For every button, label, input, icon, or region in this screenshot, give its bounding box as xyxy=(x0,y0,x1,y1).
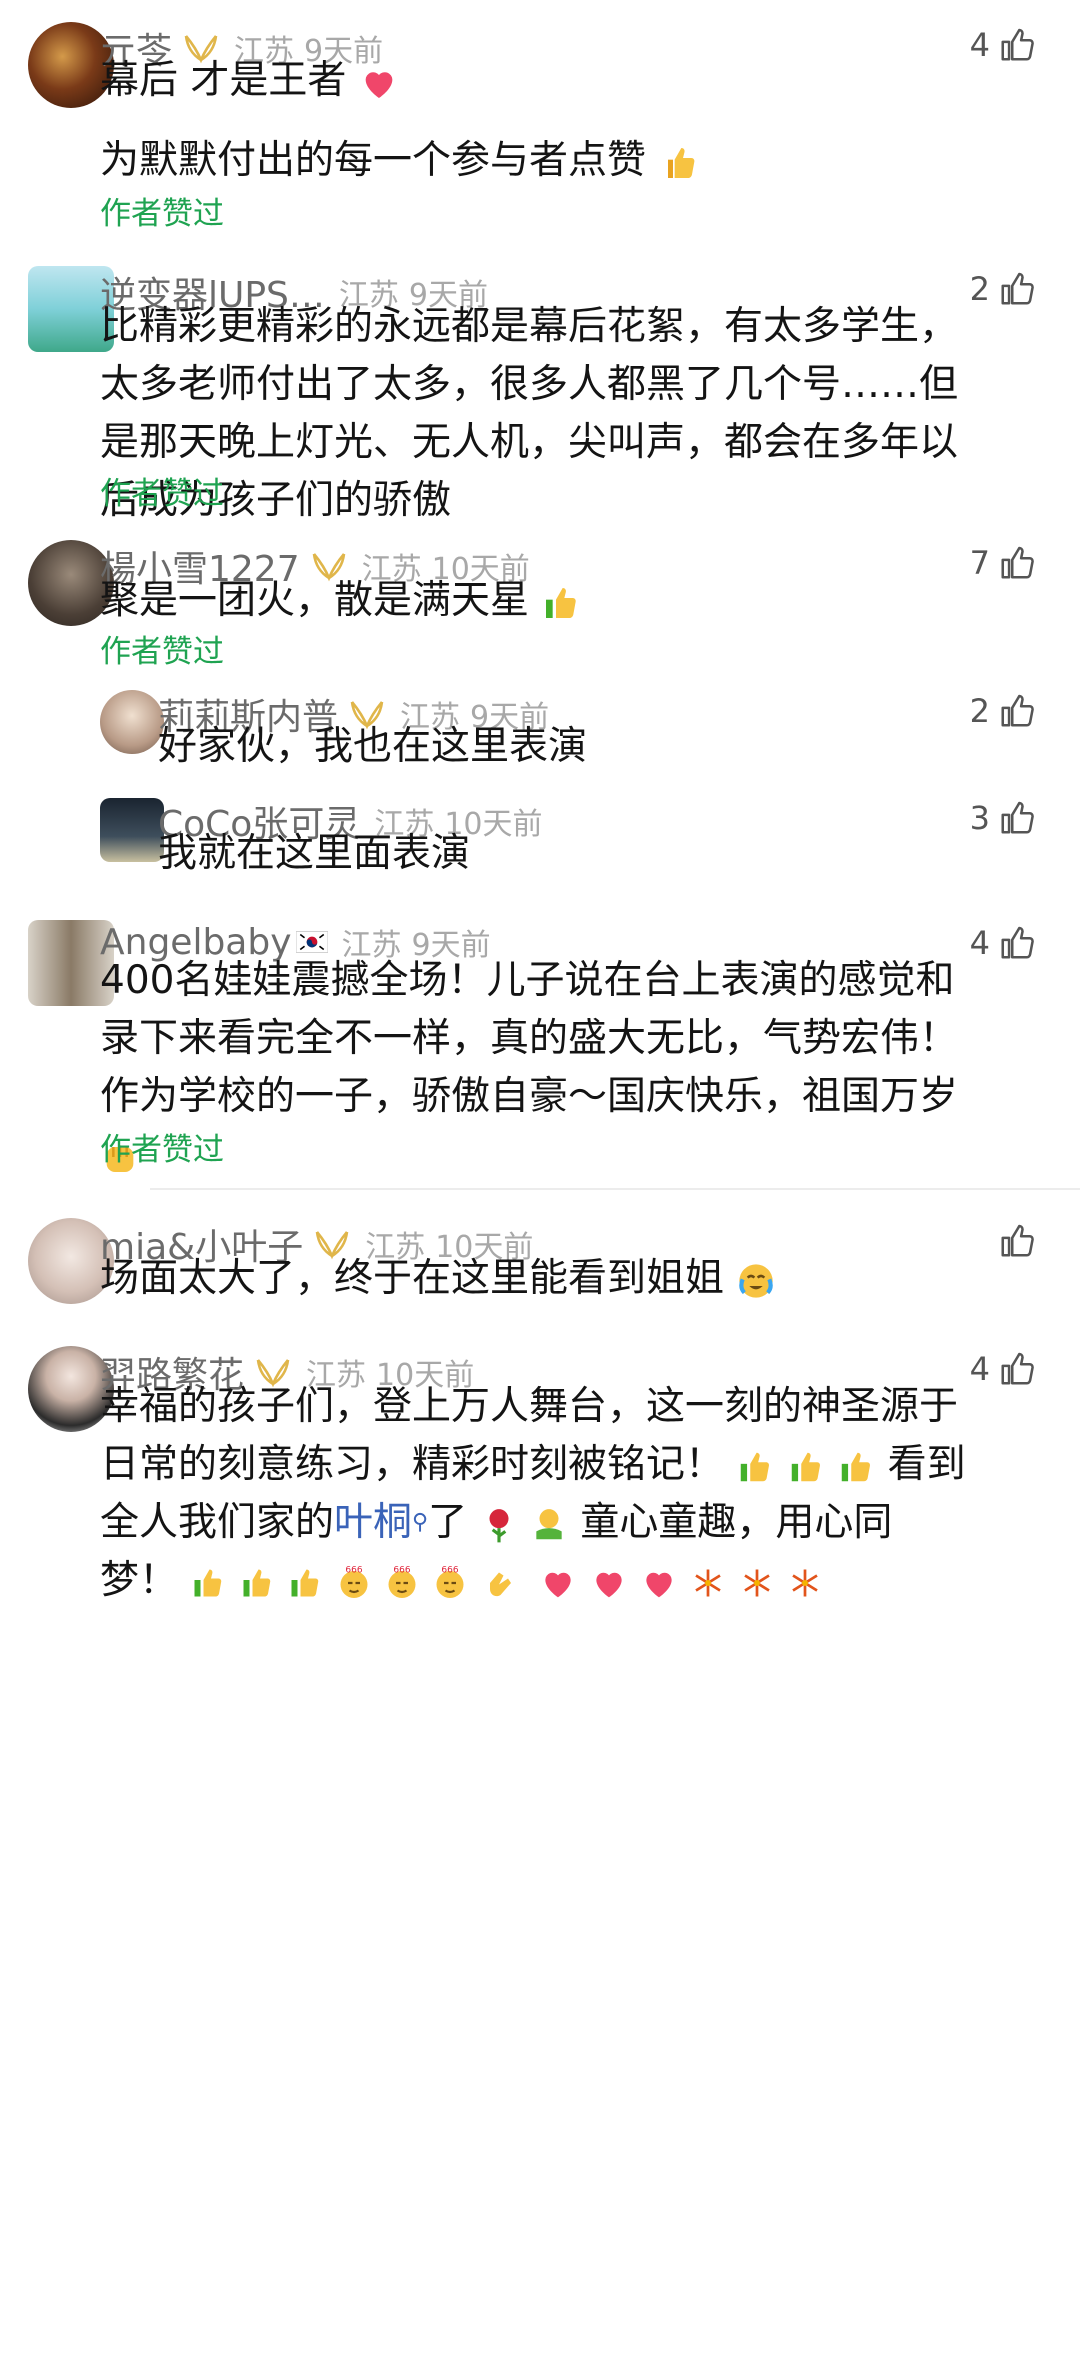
thumbs-up-emoji-icon xyxy=(658,143,698,183)
thumbs-up-emoji-icon xyxy=(736,1448,774,1486)
666-emoji-icon xyxy=(432,1565,468,1601)
thumbs-up-emoji-icon xyxy=(190,1565,226,1601)
666-emoji-icon xyxy=(384,1565,420,1601)
reply-text: 我就在这里面表演 xyxy=(158,831,471,876)
thumbs-up-emoji-icon xyxy=(239,1565,275,1601)
reply-text: 好家伙，我也在这里表演 xyxy=(158,724,588,769)
korea-flag-icon xyxy=(296,931,328,953)
author-liked-label: 作者赞过 xyxy=(100,634,224,670)
heart-emoji-icon xyxy=(539,1564,577,1602)
thumbs-up-emoji-icon xyxy=(287,1565,323,1601)
clap-emoji-icon xyxy=(481,1565,517,1601)
author-liked-label: 作者赞过 xyxy=(100,1132,224,1168)
comment-text: 幸福的孩子们，登上万人舞台，这一刻的神圣源于 日常的刻意练习，精彩时刻被铭记！ … xyxy=(100,1384,966,1603)
thumbs-up-emoji-icon xyxy=(787,1448,825,1486)
divider xyxy=(150,1188,1080,1190)
comment-text: 为默默付出的每一个参与者点赞 xyxy=(100,132,1040,190)
search-icon[interactable]: ⚲ xyxy=(412,1510,428,1535)
author-liked-label: 作者赞过 xyxy=(100,476,224,512)
reply-avatar[interactable] xyxy=(100,798,164,862)
comment-text: 400名娃娃震撼全场！儿子说在台上表演的感觉和 录下来看完全不一样，真的盛大无比… xyxy=(100,952,1040,1184)
rose-emoji-icon xyxy=(480,1506,518,1544)
comment-text: 比精彩更精彩的永远都是幕后花絮，有太多学生， 太多老师付出了太多，很多人都黑了几… xyxy=(100,304,959,523)
hug-emoji-icon xyxy=(530,1506,568,1544)
thumbs-up-emoji-icon xyxy=(837,1448,875,1486)
fireworks-emoji-icon xyxy=(690,1565,726,1601)
heart-emoji-icon xyxy=(590,1564,628,1602)
crying-laughing-emoji-icon xyxy=(736,1261,776,1301)
comment-text: 场面太大了，终于在这里能看到姐姐 xyxy=(100,1250,1040,1308)
fireworks-emoji-icon xyxy=(739,1565,775,1601)
author-liked-label: 作者赞过 xyxy=(100,196,224,232)
fireworks-emoji-icon xyxy=(787,1565,823,1601)
reply-avatar[interactable] xyxy=(100,690,164,754)
search-link[interactable]: 叶桐 xyxy=(334,1500,412,1545)
heart-emoji-icon xyxy=(640,1564,678,1602)
comment-text: 聚是一团火，散是满天星 xyxy=(100,572,1040,630)
comment-text: 幕后 才是王者 xyxy=(100,52,1040,110)
thumbs-up-emoji-icon xyxy=(541,583,581,623)
666-emoji-icon xyxy=(336,1565,372,1601)
heart-emoji-icon xyxy=(359,63,399,103)
